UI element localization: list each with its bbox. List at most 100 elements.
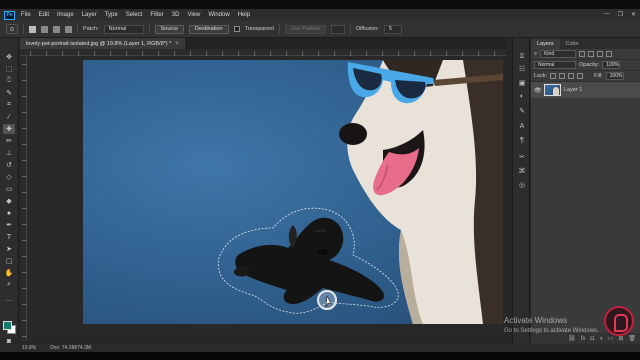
patch-mode-select[interactable]: Normal bbox=[103, 24, 144, 34]
eyedropper-tool-icon[interactable]: ⁄ bbox=[3, 112, 15, 122]
blend-mode-select[interactable]: Normal bbox=[534, 61, 576, 69]
menu-edit[interactable]: Edit bbox=[39, 12, 49, 18]
filter-shape-icon[interactable] bbox=[606, 51, 613, 57]
menu-window[interactable]: Window bbox=[208, 12, 229, 18]
patch-mode-value: Normal bbox=[108, 26, 127, 32]
path-selection-tool-icon[interactable]: ➤ bbox=[3, 244, 15, 254]
history-icon[interactable]: ⧖ bbox=[517, 52, 527, 61]
fill-label: Fill: bbox=[594, 73, 603, 79]
crop-tool-icon[interactable]: ⌗ bbox=[3, 100, 15, 110]
pattern-picker[interactable] bbox=[331, 24, 346, 34]
channel-logo bbox=[604, 306, 634, 336]
new-adjustment-icon[interactable]: ◑ bbox=[599, 336, 603, 342]
menu-bar: Ps File Edit Image Layer Type Select Fil… bbox=[0, 9, 640, 21]
history-brush-tool-icon[interactable]: ↺ bbox=[3, 160, 15, 170]
layer-filter-select[interactable]: Kind bbox=[540, 50, 577, 58]
properties-icon[interactable]: ☷ bbox=[517, 64, 527, 73]
intersect-selection-icon[interactable] bbox=[65, 25, 72, 33]
tool-preset-picker[interactable]: ⊙ bbox=[6, 24, 18, 34]
menu-select[interactable]: Select bbox=[126, 12, 143, 18]
menu-image[interactable]: Image bbox=[57, 12, 74, 18]
document-tab[interactable]: lovely-pet-portrait-isolated.jpg @ 19.8%… bbox=[20, 38, 185, 49]
close-window-button[interactable]: ✕ bbox=[631, 11, 636, 18]
new-selection-icon[interactable] bbox=[29, 25, 36, 33]
glyphs-icon[interactable]: ⌘ bbox=[517, 166, 527, 175]
destination-button[interactable]: Destination bbox=[189, 24, 229, 34]
divider bbox=[279, 24, 281, 34]
lock-pixels-icon[interactable] bbox=[550, 73, 557, 79]
blur-tool-icon[interactable]: ◆ bbox=[3, 196, 15, 206]
document-canvas[interactable] bbox=[83, 60, 503, 324]
visibility-eye-icon[interactable]: 👁 bbox=[534, 87, 542, 94]
close-tab-icon[interactable]: × bbox=[175, 41, 179, 47]
new-group-icon[interactable]: ▭ bbox=[608, 335, 614, 342]
filter-search-icon: ⌕ bbox=[534, 50, 538, 57]
pen-tool-icon[interactable]: ✒ bbox=[3, 220, 15, 230]
tab-color[interactable]: Color bbox=[560, 39, 585, 49]
minimize-button[interactable]: — bbox=[604, 11, 610, 18]
filter-pixel-icon[interactable] bbox=[579, 51, 586, 57]
tab-layers[interactable]: Layers bbox=[531, 39, 560, 49]
document-size[interactable]: Doc: 74.3M/74.3M bbox=[50, 345, 91, 351]
lasso-tool-icon[interactable]: ට bbox=[3, 76, 15, 86]
foreground-color-swatch[interactable] bbox=[3, 321, 12, 330]
move-tool-icon[interactable]: ✥ bbox=[3, 52, 15, 62]
menu-view[interactable]: View bbox=[187, 12, 200, 18]
menu-help[interactable]: Help bbox=[238, 12, 250, 18]
layer-style-icon[interactable]: fx bbox=[581, 336, 586, 342]
quick-select-tool-icon[interactable]: ✎ bbox=[3, 88, 15, 98]
filter-type-icon[interactable] bbox=[597, 51, 604, 57]
lock-position-icon[interactable] bbox=[559, 73, 566, 79]
divider bbox=[77, 24, 78, 34]
adjustments-icon[interactable]: ◐ bbox=[517, 92, 527, 101]
shape-tool-icon[interactable]: ▢ bbox=[3, 256, 15, 266]
subtract-from-selection-icon[interactable] bbox=[53, 25, 60, 33]
add-to-selection-icon[interactable] bbox=[41, 25, 48, 33]
photoshop-window: Ps File Edit Image Layer Type Select Fil… bbox=[0, 0, 640, 352]
delete-layer-icon[interactable]: 🗑 bbox=[628, 335, 636, 342]
transparent-checkbox[interactable] bbox=[233, 26, 240, 32]
libraries-icon[interactable]: ▣ bbox=[517, 78, 527, 87]
layer-row[interactable]: 👁 Layer 1 bbox=[531, 82, 640, 98]
character-icon[interactable]: A bbox=[517, 122, 527, 131]
restore-button[interactable]: ❐ bbox=[618, 11, 623, 18]
type-tool-icon[interactable]: T bbox=[3, 232, 15, 242]
diffusion-select[interactable]: 5 bbox=[383, 24, 402, 34]
clone-stamp-tool-icon[interactable]: ⊥ bbox=[3, 148, 15, 158]
channels-icon[interactable]: ◎ bbox=[517, 180, 527, 189]
brush-settings-icon[interactable]: ✎ bbox=[517, 106, 527, 115]
tools-presets-icon[interactable]: ✂ bbox=[517, 152, 527, 161]
use-pattern-button[interactable]: Use Pattern bbox=[285, 24, 327, 34]
lock-all-icon[interactable] bbox=[577, 73, 584, 79]
hand-tool-icon[interactable]: ✋ bbox=[3, 268, 15, 278]
watermark-title: Activate Windows bbox=[504, 316, 568, 325]
more-tools-icon[interactable]: … bbox=[3, 294, 15, 304]
add-mask-icon[interactable]: ◘ bbox=[590, 336, 594, 342]
menu-file[interactable]: File bbox=[21, 12, 31, 18]
menu-3d[interactable]: 3D bbox=[172, 12, 180, 18]
menu-filter[interactable]: Filter bbox=[150, 12, 163, 18]
marquee-tool-icon[interactable]: ⬚ bbox=[3, 64, 15, 74]
gradient-tool-icon[interactable]: ▭ bbox=[3, 184, 15, 194]
patch-tool-icon[interactable]: ✚ bbox=[3, 124, 15, 134]
opacity-field[interactable]: 100% bbox=[602, 61, 621, 69]
eraser-tool-icon[interactable]: ◇ bbox=[3, 172, 15, 182]
paragraph-icon[interactable]: ¶ bbox=[517, 136, 527, 145]
dodge-tool-icon[interactable]: ● bbox=[3, 208, 15, 218]
brush-tool-icon[interactable]: ✏ bbox=[3, 136, 15, 146]
menu-layer[interactable]: Layer bbox=[82, 12, 97, 18]
fill-field[interactable]: 100% bbox=[605, 72, 624, 80]
patch-label: Patch: bbox=[83, 26, 99, 32]
diffusion-value: 5 bbox=[388, 26, 392, 32]
vertical-ruler bbox=[20, 56, 27, 341]
lock-artboard-icon[interactable] bbox=[568, 73, 575, 79]
zoom-tool-icon[interactable]: ⌕ bbox=[3, 280, 15, 290]
link-layers-icon[interactable]: ⛓ bbox=[568, 335, 576, 342]
menu-type[interactable]: Type bbox=[105, 12, 118, 18]
zoom-level[interactable]: 19.8% bbox=[22, 345, 36, 351]
filter-adjustment-icon[interactable] bbox=[588, 51, 595, 57]
canvas-image bbox=[217, 60, 503, 324]
source-button[interactable]: Source bbox=[154, 24, 185, 34]
new-layer-icon[interactable]: ⊞ bbox=[618, 335, 623, 342]
options-bar: ⊙ Patch: Normal Source Destination Trans… bbox=[0, 21, 640, 38]
